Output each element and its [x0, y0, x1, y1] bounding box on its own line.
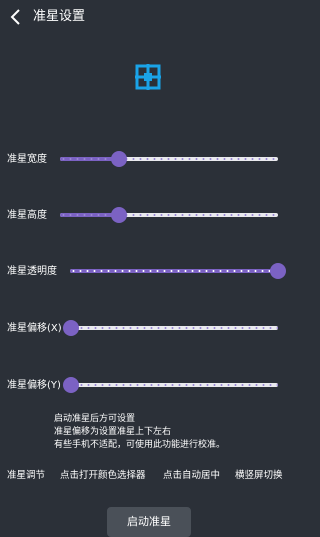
- slider-ticks: [70, 270, 278, 272]
- orientation-toggle-button[interactable]: 横竖屏切换: [235, 469, 283, 483]
- auto-center-button[interactable]: 点击自动居中: [163, 469, 220, 483]
- crosshair-adjust-label: 准星调节: [7, 470, 46, 481]
- slider-thumb[interactable]: [63, 320, 79, 336]
- offset-x-slider[interactable]: [63, 320, 278, 336]
- header: 准星设置: [0, 0, 294, 34]
- start-crosshair-button[interactable]: 启动准星: [107, 507, 191, 537]
- slider-thumb[interactable]: [270, 263, 286, 279]
- info-text: 启动准星后方可设置 准星偏移为设置准星上下左右 有些手机不适配，可使用此功能进行…: [54, 413, 225, 452]
- height-slider-label: 准星高度: [7, 210, 47, 221]
- opacity-slider-label: 准星透明度: [7, 266, 57, 277]
- page-title: 准星设置: [33, 9, 86, 24]
- slider-ticks: [60, 158, 278, 160]
- slider-ticks: [60, 214, 278, 216]
- color-picker-button[interactable]: 点击打开颜色选择器: [60, 469, 146, 483]
- offset-y-slider-label: 准星偏移(Y): [7, 380, 61, 391]
- height-slider[interactable]: [60, 207, 278, 223]
- bottom-options: 准星调节 点击打开颜色选择器 点击自动居中 横竖屏切换: [0, 469, 294, 483]
- slider-ticks: [71, 384, 278, 386]
- offset-y-slider[interactable]: [63, 377, 278, 393]
- offset-x-slider-label: 准星偏移(X): [7, 323, 62, 334]
- info-line: 有些手机不适配，可使用此功能进行校准。: [54, 440, 226, 450]
- slider-thumb[interactable]: [110, 151, 127, 167]
- width-slider-label: 准星宽度: [7, 154, 47, 165]
- slider-thumb[interactable]: [63, 377, 79, 393]
- width-slider[interactable]: [60, 151, 278, 167]
- back-arrow-icon[interactable]: [8, 8, 24, 26]
- opacity-slider[interactable]: [70, 263, 286, 279]
- info-line: 启动准星后方可设置: [54, 414, 136, 424]
- slider-thumb[interactable]: [110, 207, 127, 223]
- info-line: 准星偏移为设置准星上下左右: [54, 427, 172, 437]
- slider-ticks: [71, 327, 278, 329]
- crosshair-icon: [135, 64, 161, 90]
